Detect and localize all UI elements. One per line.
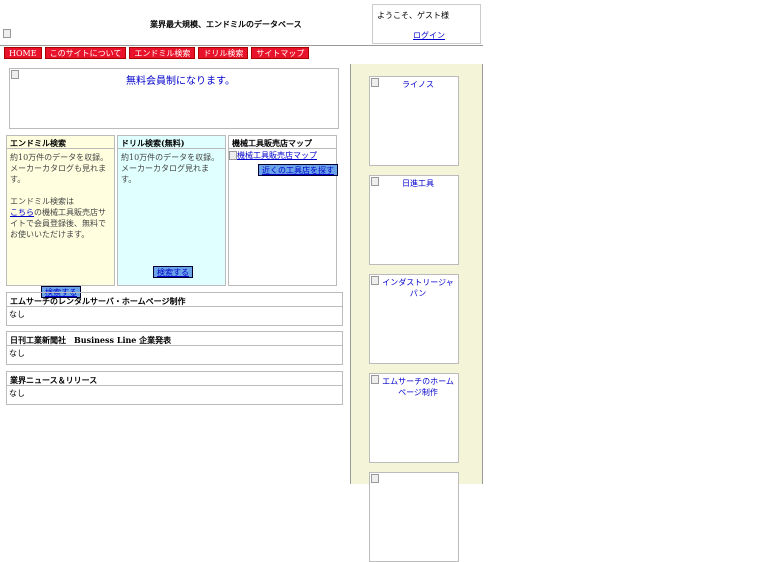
nav-endmill-search[interactable]: エンドミル検索 bbox=[129, 47, 196, 59]
sponsor-label: エムサーチのホームページ制作 bbox=[382, 377, 454, 397]
site-tagline: 業界最大規模、エンドミルのデータベース bbox=[150, 19, 302, 29]
nav-home[interactable]: HOME bbox=[4, 47, 42, 59]
promo-image bbox=[11, 70, 19, 79]
news-box-title: エムサーチのレンタルサーバ・ホームページ制作 bbox=[7, 293, 342, 307]
drill-search-desc: 約10万件のデータを収録。メーカーカタログ見れます。 bbox=[121, 153, 220, 184]
welcome-box: ようこそ、ゲスト様 ログイン bbox=[372, 4, 481, 44]
main-nav: HOME このサイトについて エンドミル検索 ドリル検索 サイトマップ bbox=[4, 47, 310, 59]
welcome-text: ようこそ、ゲスト様 bbox=[377, 11, 449, 20]
sponsor-image bbox=[371, 78, 379, 87]
news-box-nikkan: 日刊工業新聞社 Business Line 企業発表 なし bbox=[6, 331, 343, 365]
sponsor-image bbox=[371, 375, 379, 384]
drill-search-button[interactable]: 検索する bbox=[153, 266, 193, 278]
nav-sitemap[interactable]: サイトマップ bbox=[251, 47, 310, 59]
find-nearby-shop-button[interactable]: 近くの工具店を探す bbox=[258, 164, 338, 176]
sponsor-label: ライノス bbox=[402, 80, 434, 89]
endmill-search-note: エンドミル検索は こちらの機械工具販売店サイトで会員登録後、無料でお使いいただけま… bbox=[10, 196, 111, 240]
endmill-search-panel: エンドミル検索 約10万件のデータを収録。メーカーカタログも見れます。 エンドミ… bbox=[6, 135, 115, 298]
endmill-search-desc: 約10万件のデータを収録。メーカーカタログも見れます。 bbox=[10, 153, 109, 184]
sponsor-image bbox=[371, 276, 379, 285]
nav-drill-search[interactable]: ドリル検索 bbox=[198, 47, 249, 59]
endmill-note-prefix: エンドミル検索は bbox=[10, 197, 74, 206]
sponsor-banner-nisshin[interactable]: 日進工具 bbox=[369, 175, 459, 265]
sponsor-banner-msearch[interactable]: エムサーチのホームページ制作 bbox=[369, 373, 459, 463]
news-box-body: なし bbox=[9, 310, 25, 319]
sponsor-banner-rainos[interactable]: ライノス bbox=[369, 76, 459, 166]
shop-map-link[interactable]: 機械工具販売店マップ bbox=[237, 151, 317, 160]
promo-text: 無料会員制になります。 bbox=[126, 76, 235, 87]
news-box-title: 日刊工業新聞社 Business Line 企業発表 bbox=[7, 332, 342, 346]
promo-banner[interactable]: 無料会員制になります。 bbox=[9, 68, 339, 129]
sponsor-sidebar: ライノス 日進工具 インダストリージャパン エムサーチのホームページ制作 bbox=[350, 64, 483, 562]
news-box-industry: 業界ニュース＆リリース なし bbox=[6, 371, 343, 405]
site-logo-image[interactable] bbox=[3, 29, 11, 38]
nav-about[interactable]: このサイトについて bbox=[44, 47, 127, 59]
sponsor-label: 日進工具 bbox=[402, 179, 434, 188]
shop-map-panel: 機械工具販売店マップ 機械工具販売店マップ 近くの工具店を探す bbox=[228, 135, 338, 286]
login-link[interactable]: ログイン bbox=[413, 30, 445, 41]
news-box-body: なし bbox=[9, 389, 25, 398]
endmill-search-title: エンドミル検索 bbox=[7, 136, 114, 149]
news-box-body: なし bbox=[9, 349, 25, 358]
header-divider bbox=[0, 45, 483, 46]
news-box-msearch: エムサーチのレンタルサーバ・ホームページ制作 なし bbox=[6, 292, 343, 326]
sponsor-banner-extra[interactable] bbox=[369, 472, 459, 562]
sponsor-image bbox=[371, 474, 379, 483]
news-box-title: 業界ニュース＆リリース bbox=[7, 372, 342, 386]
shop-map-image bbox=[229, 151, 237, 160]
register-here-link[interactable]: こちら bbox=[10, 208, 34, 217]
drill-search-title: ドリル検索(無料) bbox=[118, 136, 225, 149]
sponsor-banner-industry-japan[interactable]: インダストリージャパン bbox=[369, 274, 459, 364]
drill-search-panel: ドリル検索(無料) 約10万件のデータを収録。メーカーカタログ見れます。 検索す… bbox=[117, 135, 226, 286]
shop-map-title: 機械工具販売店マップ bbox=[229, 136, 336, 149]
sponsor-image bbox=[371, 177, 379, 186]
sponsor-label: インダストリージャパン bbox=[382, 278, 454, 298]
